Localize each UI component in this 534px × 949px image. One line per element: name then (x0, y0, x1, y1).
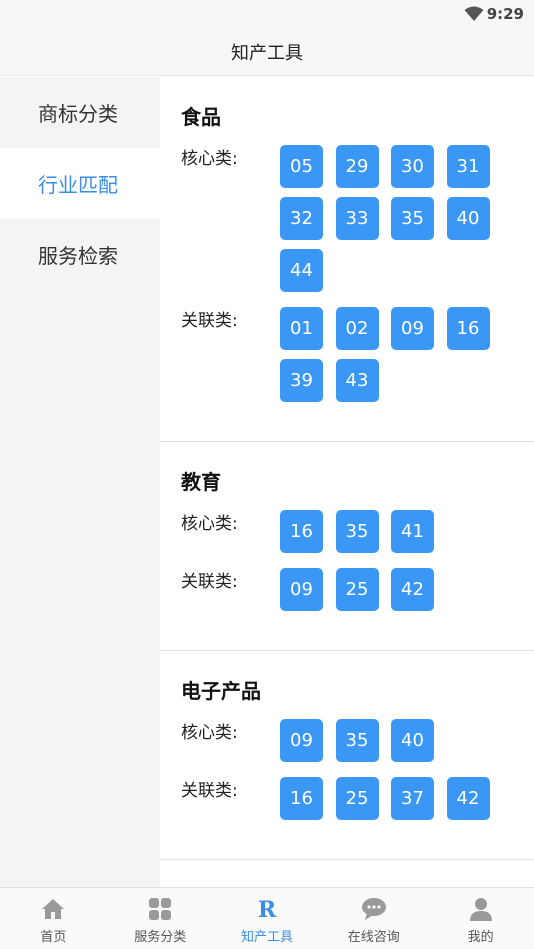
related-classes-chips: 16 25 37 42 (280, 777, 510, 829)
industry-section: 照明、加 热、制冷、 净化设备 (160, 860, 534, 887)
class-chip[interactable]: 42 (446, 777, 490, 820)
tab-label: 在线咨询 (347, 930, 400, 945)
tab-ip-tools[interactable]: R 知产工具 (214, 888, 321, 949)
class-chip[interactable]: 25 (335, 568, 379, 611)
related-classes-label: 关联类: (181, 311, 238, 331)
class-chip[interactable]: 35 (335, 719, 379, 762)
person-icon (468, 896, 494, 922)
related-classes-label: 关联类: (181, 781, 238, 801)
class-chip[interactable]: 40 (446, 197, 490, 240)
tab-label: 首页 (40, 930, 67, 945)
class-chip[interactable]: 25 (335, 777, 379, 820)
class-chip[interactable]: 33 (335, 197, 379, 240)
page-title: 知产工具 (231, 42, 303, 64)
core-classes-chips: 16 35 41 (280, 510, 510, 562)
tab-label: 服务分类 (134, 930, 187, 945)
class-chip[interactable]: 01 (280, 307, 323, 350)
sidebar-item-trademark-classes[interactable]: 商标分类 (0, 77, 160, 148)
core-classes-label: 核心类: (181, 149, 238, 169)
industry-title: 教育 (181, 470, 221, 494)
tab-label: 知产工具 (240, 930, 293, 945)
related-classes-chips: 01 02 09 16 39 43 (280, 307, 510, 411)
core-classes-row: 核心类: 16 35 41 (181, 510, 534, 562)
class-chip[interactable]: 09 (280, 719, 323, 762)
class-chip[interactable]: 35 (335, 510, 379, 553)
tab-mine[interactable]: 我的 (427, 888, 534, 949)
r-mark-icon: R (254, 896, 280, 922)
class-chip[interactable]: 41 (391, 510, 434, 553)
class-chip[interactable]: 16 (446, 307, 490, 350)
related-classes-row: 关联类: 16 25 37 42 (181, 777, 534, 829)
tab-home[interactable]: 首页 (0, 888, 107, 949)
sidebar-item-label: 商标分类 (38, 102, 118, 126)
core-classes-row: 核心类: 09 35 40 (181, 719, 534, 771)
class-chip[interactable]: 44 (280, 249, 323, 292)
class-chip[interactable]: 43 (335, 359, 379, 402)
industry-section: 食品核心类: 05 29 30 31 32 33 35 40 44 关联类: 01 02 09 16 39 43 (160, 77, 534, 442)
class-chip[interactable]: 40 (391, 719, 434, 762)
industry-title: 食品 (181, 105, 221, 129)
title-bar: 知产工具 (0, 28, 534, 76)
chat-icon (361, 896, 387, 922)
status-bar: 9:29 (0, 0, 534, 28)
sidebar-item-label: 服务检索 (38, 244, 118, 268)
status-time: 9:29 (486, 5, 524, 23)
class-chip[interactable]: 39 (280, 359, 323, 402)
wifi-icon (464, 6, 484, 21)
class-chip[interactable]: 16 (280, 510, 323, 553)
class-chip[interactable]: 29 (335, 145, 379, 188)
class-chip[interactable]: 31 (446, 145, 490, 188)
tab-label: 我的 (467, 930, 494, 945)
core-classes-chips: 05 29 30 31 32 33 35 40 44 (280, 145, 510, 301)
core-classes-chips: 09 35 40 (280, 719, 510, 771)
industry-title: 电子产品 (181, 679, 261, 703)
home-icon (40, 896, 66, 922)
related-classes-row: 关联类: 01 02 09 16 39 43 (181, 307, 534, 411)
svg-text:R: R (258, 897, 277, 921)
industry-section: 教育核心类: 16 35 41 关联类: 09 25 42 (160, 442, 534, 651)
sidebar-item-industry-match[interactable]: 行业匹配 (0, 148, 160, 219)
class-chip[interactable]: 09 (391, 307, 434, 350)
industry-list[interactable]: 食品核心类: 05 29 30 31 32 33 35 40 44 关联类: 01 02 09 16 39 43… (160, 77, 534, 887)
sidebar-item-service-search[interactable]: 服务检索 (0, 219, 160, 290)
class-chip[interactable]: 35 (391, 197, 434, 240)
class-chip[interactable]: 05 (280, 145, 323, 188)
bottom-tab-bar: 首页 服务分类 R 知产工具 在线咨询 我的 (0, 887, 534, 949)
class-chip[interactable]: 30 (391, 145, 434, 188)
core-classes-label: 核心类: (181, 514, 238, 534)
class-chip[interactable]: 37 (391, 777, 434, 820)
core-classes-label: 核心类: (181, 723, 238, 743)
core-classes-row: 核心类: 05 29 30 31 32 33 35 40 44 (181, 145, 534, 301)
tab-online-consult[interactable]: 在线咨询 (320, 888, 427, 949)
related-classes-chips: 09 25 42 (280, 568, 510, 620)
class-chip[interactable]: 09 (280, 568, 323, 611)
sidebar-item-label: 行业匹配 (38, 173, 118, 197)
class-chip[interactable]: 42 (391, 568, 434, 611)
industry-section: 电子产品核心类: 09 35 40 关联类: 16 25 37 42 (160, 651, 534, 860)
sidebar: 商标分类 行业匹配 服务检索 (0, 77, 160, 887)
class-chip[interactable]: 02 (335, 307, 379, 350)
related-classes-label: 关联类: (181, 572, 238, 592)
grid-icon (147, 896, 173, 922)
class-chip[interactable]: 16 (280, 777, 323, 820)
related-classes-row: 关联类: 09 25 42 (181, 568, 534, 620)
tab-service-categories[interactable]: 服务分类 (107, 888, 214, 949)
class-chip[interactable]: 32 (280, 197, 323, 240)
